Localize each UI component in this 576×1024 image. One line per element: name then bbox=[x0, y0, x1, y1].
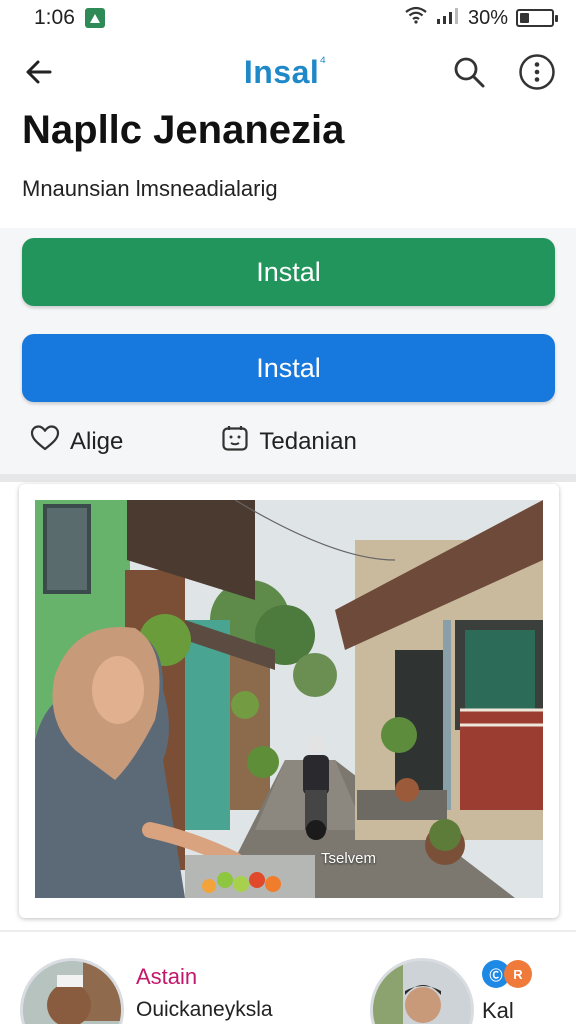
avatar-2[interactable] bbox=[370, 958, 474, 1024]
app-notification-icon bbox=[84, 8, 105, 28]
action-panel: Instal Instal Alige Tedanian bbox=[0, 228, 576, 474]
app-bar-title-text: Insal bbox=[243, 53, 320, 90]
install-button-primary[interactable]: Instal bbox=[22, 238, 555, 306]
like-label: Alige bbox=[70, 427, 124, 455]
like-action[interactable]: Alige bbox=[30, 424, 123, 459]
app-bar: Insal⁴ bbox=[0, 44, 576, 100]
tag-label: Tedanian bbox=[259, 427, 357, 455]
tag-action[interactable]: Tedanian bbox=[221, 424, 357, 459]
more-options-icon[interactable] bbox=[518, 53, 556, 91]
search-icon[interactable] bbox=[450, 53, 488, 91]
profile-subtitle-2: Kal bbox=[482, 998, 514, 1023]
install-button-secondary[interactable]: Instal bbox=[22, 334, 555, 402]
status-right: 30% bbox=[404, 6, 558, 30]
battery-percent: 30% bbox=[467, 6, 508, 29]
battery-level bbox=[520, 13, 529, 23]
street-scene-illustration bbox=[35, 500, 543, 898]
page-subtitle: Mnaunsian lmsneadialarig bbox=[22, 176, 278, 201]
chip-badge-orange[interactable]: R bbox=[504, 960, 532, 988]
battery-icon bbox=[516, 9, 558, 27]
section-divider-bottom bbox=[0, 930, 576, 932]
app-bar-title: Insal⁴ bbox=[244, 54, 326, 91]
status-left: 1:06 bbox=[34, 6, 105, 30]
page-title: Napllc Jenanezia bbox=[22, 108, 345, 152]
photo-caption: Tselvem bbox=[321, 850, 377, 867]
avatar[interactable] bbox=[20, 958, 124, 1024]
face-square-icon bbox=[221, 424, 249, 459]
signal-icon bbox=[436, 6, 460, 30]
section-divider bbox=[0, 474, 576, 482]
app-bar-actions bbox=[450, 53, 556, 91]
street-photo: Tselvem bbox=[35, 500, 543, 898]
profile-name[interactable]: Astain bbox=[136, 964, 197, 990]
wifi-icon bbox=[404, 6, 428, 30]
profile-subtitle: Ouickaneyksla bbox=[136, 998, 273, 1021]
profiles-row: Astain Ouickaneyksla Ⓒ R Kal bbox=[0, 944, 576, 1024]
app-bar-title-mark: ⁴ bbox=[319, 53, 327, 71]
status-bar: 1:06 30% bbox=[0, 0, 576, 36]
photo-card[interactable]: Tselvem bbox=[19, 484, 559, 918]
back-arrow-icon[interactable] bbox=[20, 53, 58, 91]
status-time: 1:06 bbox=[34, 6, 75, 29]
meta-row: Alige Tedanian bbox=[30, 424, 546, 459]
heart-icon bbox=[30, 424, 60, 459]
